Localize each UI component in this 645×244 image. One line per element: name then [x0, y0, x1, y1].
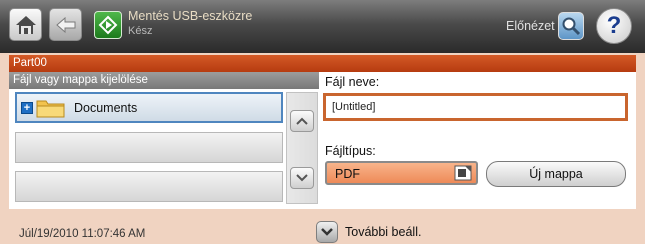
- scroll-up-button[interactable]: [290, 110, 314, 132]
- file-type-value: PDF: [335, 167, 360, 181]
- more-settings-button[interactable]: További beáll.: [316, 220, 421, 244]
- document-icon: [454, 165, 472, 181]
- location-bar: Part00: [9, 55, 636, 72]
- status-text: Kész: [128, 25, 153, 37]
- list-item-empty[interactable]: [15, 171, 283, 202]
- home-icon: [15, 15, 36, 34]
- chevron-up-icon: [296, 117, 308, 125]
- magnifier-icon: [557, 11, 584, 40]
- preview-button[interactable]: Előnézet: [506, 11, 584, 40]
- file-name-field[interactable]: [Untitled]: [323, 93, 628, 121]
- back-button[interactable]: [49, 8, 82, 41]
- more-settings-label: További beáll.: [345, 225, 422, 239]
- folder-icon: [36, 100, 65, 118]
- scroll-down-button[interactable]: [290, 167, 314, 189]
- new-folder-button[interactable]: Új mappa: [486, 161, 626, 187]
- page-title: Mentés USB-eszközre: [128, 9, 253, 23]
- list-item-empty[interactable]: [15, 132, 283, 163]
- file-name-label: Fájl neve:: [325, 75, 380, 89]
- chevron-down-icon: [296, 174, 308, 182]
- file-type-select[interactable]: PDF: [325, 161, 478, 185]
- help-icon[interactable]: ?: [596, 8, 632, 44]
- home-button[interactable]: [9, 8, 42, 41]
- expand-plus-icon[interactable]: +: [21, 102, 33, 114]
- preview-label: Előnézet: [506, 18, 555, 33]
- file-list-header: Fájl vagy mappa kijelölése: [9, 72, 319, 89]
- back-arrow-icon: [55, 16, 75, 33]
- chevron-down-icon: [316, 221, 338, 243]
- list-item-label: Documents: [74, 101, 138, 115]
- list-item-documents[interactable]: + Documents: [15, 92, 283, 123]
- file-type-label: Fájltípus:: [325, 144, 376, 158]
- top-header: Mentés USB-eszközre Kész Előnézet ?: [0, 0, 645, 53]
- timestamp: Júl/19/2010 11:07:46 AM: [19, 228, 146, 240]
- usb-save-icon: [94, 11, 122, 39]
- main-panel: Fájl vagy mappa kijelölése + Documents F…: [9, 72, 636, 209]
